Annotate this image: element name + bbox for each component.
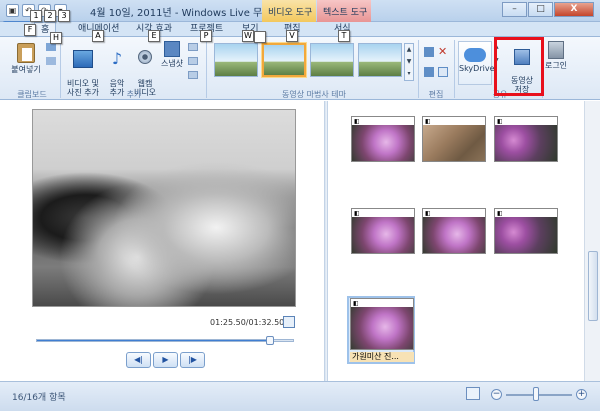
sign-in-label: 로그인	[544, 61, 568, 70]
seek-bar[interactable]	[36, 336, 294, 345]
clip-thumbnail[interactable]: ◧	[422, 116, 486, 162]
paste-label: 붙여넣기	[11, 65, 41, 74]
minimize-button[interactable]: –	[502, 2, 527, 17]
keytip-animation: A	[92, 30, 104, 42]
user-icon	[548, 41, 564, 59]
keytip-qat3: 3	[58, 10, 70, 22]
add-caption-icon[interactable]	[188, 57, 198, 65]
keytip-format: T	[338, 30, 350, 42]
add-credits-icon[interactable]	[188, 71, 198, 79]
text-tools-context: 텍스트 도구	[317, 0, 371, 22]
video-preview[interactable]	[32, 109, 296, 307]
close-button[interactable]: X	[554, 2, 594, 17]
cloud-icon	[464, 48, 486, 62]
zoom-in-button[interactable]: +	[576, 389, 587, 400]
clip-caption[interactable]: 가원미산 진...	[350, 352, 414, 362]
cut-icon[interactable]	[46, 43, 56, 51]
keytip-qat2: 2	[44, 10, 56, 22]
clip-thumbnail[interactable]: ◧	[350, 298, 414, 350]
theme-fade[interactable]	[310, 43, 354, 77]
copy-icon[interactable]	[46, 57, 56, 65]
clip-thumbnail[interactable]: ◧	[494, 208, 558, 254]
seek-thumb[interactable]	[265, 336, 274, 345]
separator	[454, 40, 455, 98]
skydrive-button[interactable]: SkyDrive	[458, 41, 495, 85]
clip-thumbnail[interactable]: ◧	[422, 208, 486, 254]
clip-thumbnail[interactable]: ◧	[351, 208, 415, 254]
clip-thumbnail[interactable]: ◧	[351, 116, 415, 162]
remove-icon[interactable]: ✕	[438, 46, 448, 57]
snapshot-label: 스냅샷	[160, 59, 184, 68]
zoom-slider[interactable]	[506, 394, 572, 396]
keytip-edit: V	[286, 30, 298, 42]
editing-group-label: 편집	[428, 90, 444, 99]
keytip-qat1: 1	[30, 10, 42, 22]
save-qat-icon[interactable]: ▣	[6, 4, 19, 17]
separator	[60, 40, 61, 98]
maximize-button[interactable]: □	[528, 2, 553, 17]
text-tools-label: 텍스트 도구	[323, 8, 368, 18]
next-frame-button[interactable]: |▶	[180, 352, 205, 368]
themes-group-label: 동영상 마법사 테마	[282, 90, 346, 99]
add-title-icon[interactable]	[188, 43, 198, 51]
keytip-view: W	[242, 30, 254, 42]
keytip-visual-effects: E	[148, 30, 160, 42]
rotate-left-icon[interactable]	[424, 47, 434, 57]
rotate-right-icon[interactable]	[424, 67, 434, 77]
add-group-label: 추가	[126, 90, 142, 99]
item-count: 16/16개 항목	[12, 393, 66, 403]
thumbnail-size-icon[interactable]	[466, 387, 480, 400]
previous-frame-button[interactable]: ◀|	[126, 352, 151, 368]
separator	[418, 40, 419, 98]
theme-pan-zoom[interactable]	[358, 43, 402, 77]
ribbon-tabs: 홈 애니메이션 시각 효과 프로젝트 보기 편집 서식	[0, 22, 600, 37]
timecode: 01:25.50/01:32.50	[210, 318, 285, 327]
scrollbar-thumb[interactable]	[588, 251, 598, 321]
music-note-icon: ♪	[111, 49, 123, 68]
skydrive-label: SkyDrive	[459, 64, 495, 73]
film-photo-icon	[73, 50, 93, 68]
keytip-home: H	[50, 32, 62, 44]
status-bar: 16/16개 항목 − +	[0, 381, 600, 411]
clipboard-icon	[17, 43, 35, 63]
video-tools-context: 비디오 도구	[262, 0, 316, 22]
paste-button[interactable]: 붙여넣기	[8, 43, 44, 74]
fullscreen-icon[interactable]	[283, 316, 295, 328]
clipboard-group-label: 클립보드	[17, 90, 47, 99]
snapshot-button[interactable]: 스냅샷	[158, 41, 186, 68]
keytip-theme	[254, 31, 266, 43]
theme-default[interactable]	[214, 43, 258, 77]
theme-selected[interactable]	[262, 43, 306, 77]
sign-in-button[interactable]: 로그인	[544, 41, 568, 70]
themes-gallery-scroll[interactable]: ▲ ▼ ▾	[404, 43, 414, 81]
separator	[206, 40, 207, 98]
zoom-out-button[interactable]: −	[491, 389, 502, 400]
storyboard-scrollbar[interactable]	[584, 101, 600, 381]
highlight-box	[494, 37, 544, 96]
title-bar: ▣ ↶ ↷ ▾ 4월 10일, 2011년 - Windows Live 무비 …	[0, 0, 600, 22]
keytip-project: P	[200, 30, 212, 42]
play-button[interactable]: ▶	[153, 352, 178, 368]
webcam-icon	[138, 50, 152, 64]
clip-thumbnail[interactable]: ◧	[494, 116, 558, 162]
seek-progress	[37, 340, 270, 341]
snapshot-icon	[164, 41, 180, 57]
zoom-slider-thumb[interactable]	[532, 387, 539, 401]
window-controls: – □ X	[502, 2, 594, 17]
select-all-icon[interactable]	[438, 67, 448, 77]
video-tools-label: 비디오 도구	[268, 8, 313, 18]
keytip-file: F	[24, 24, 36, 36]
